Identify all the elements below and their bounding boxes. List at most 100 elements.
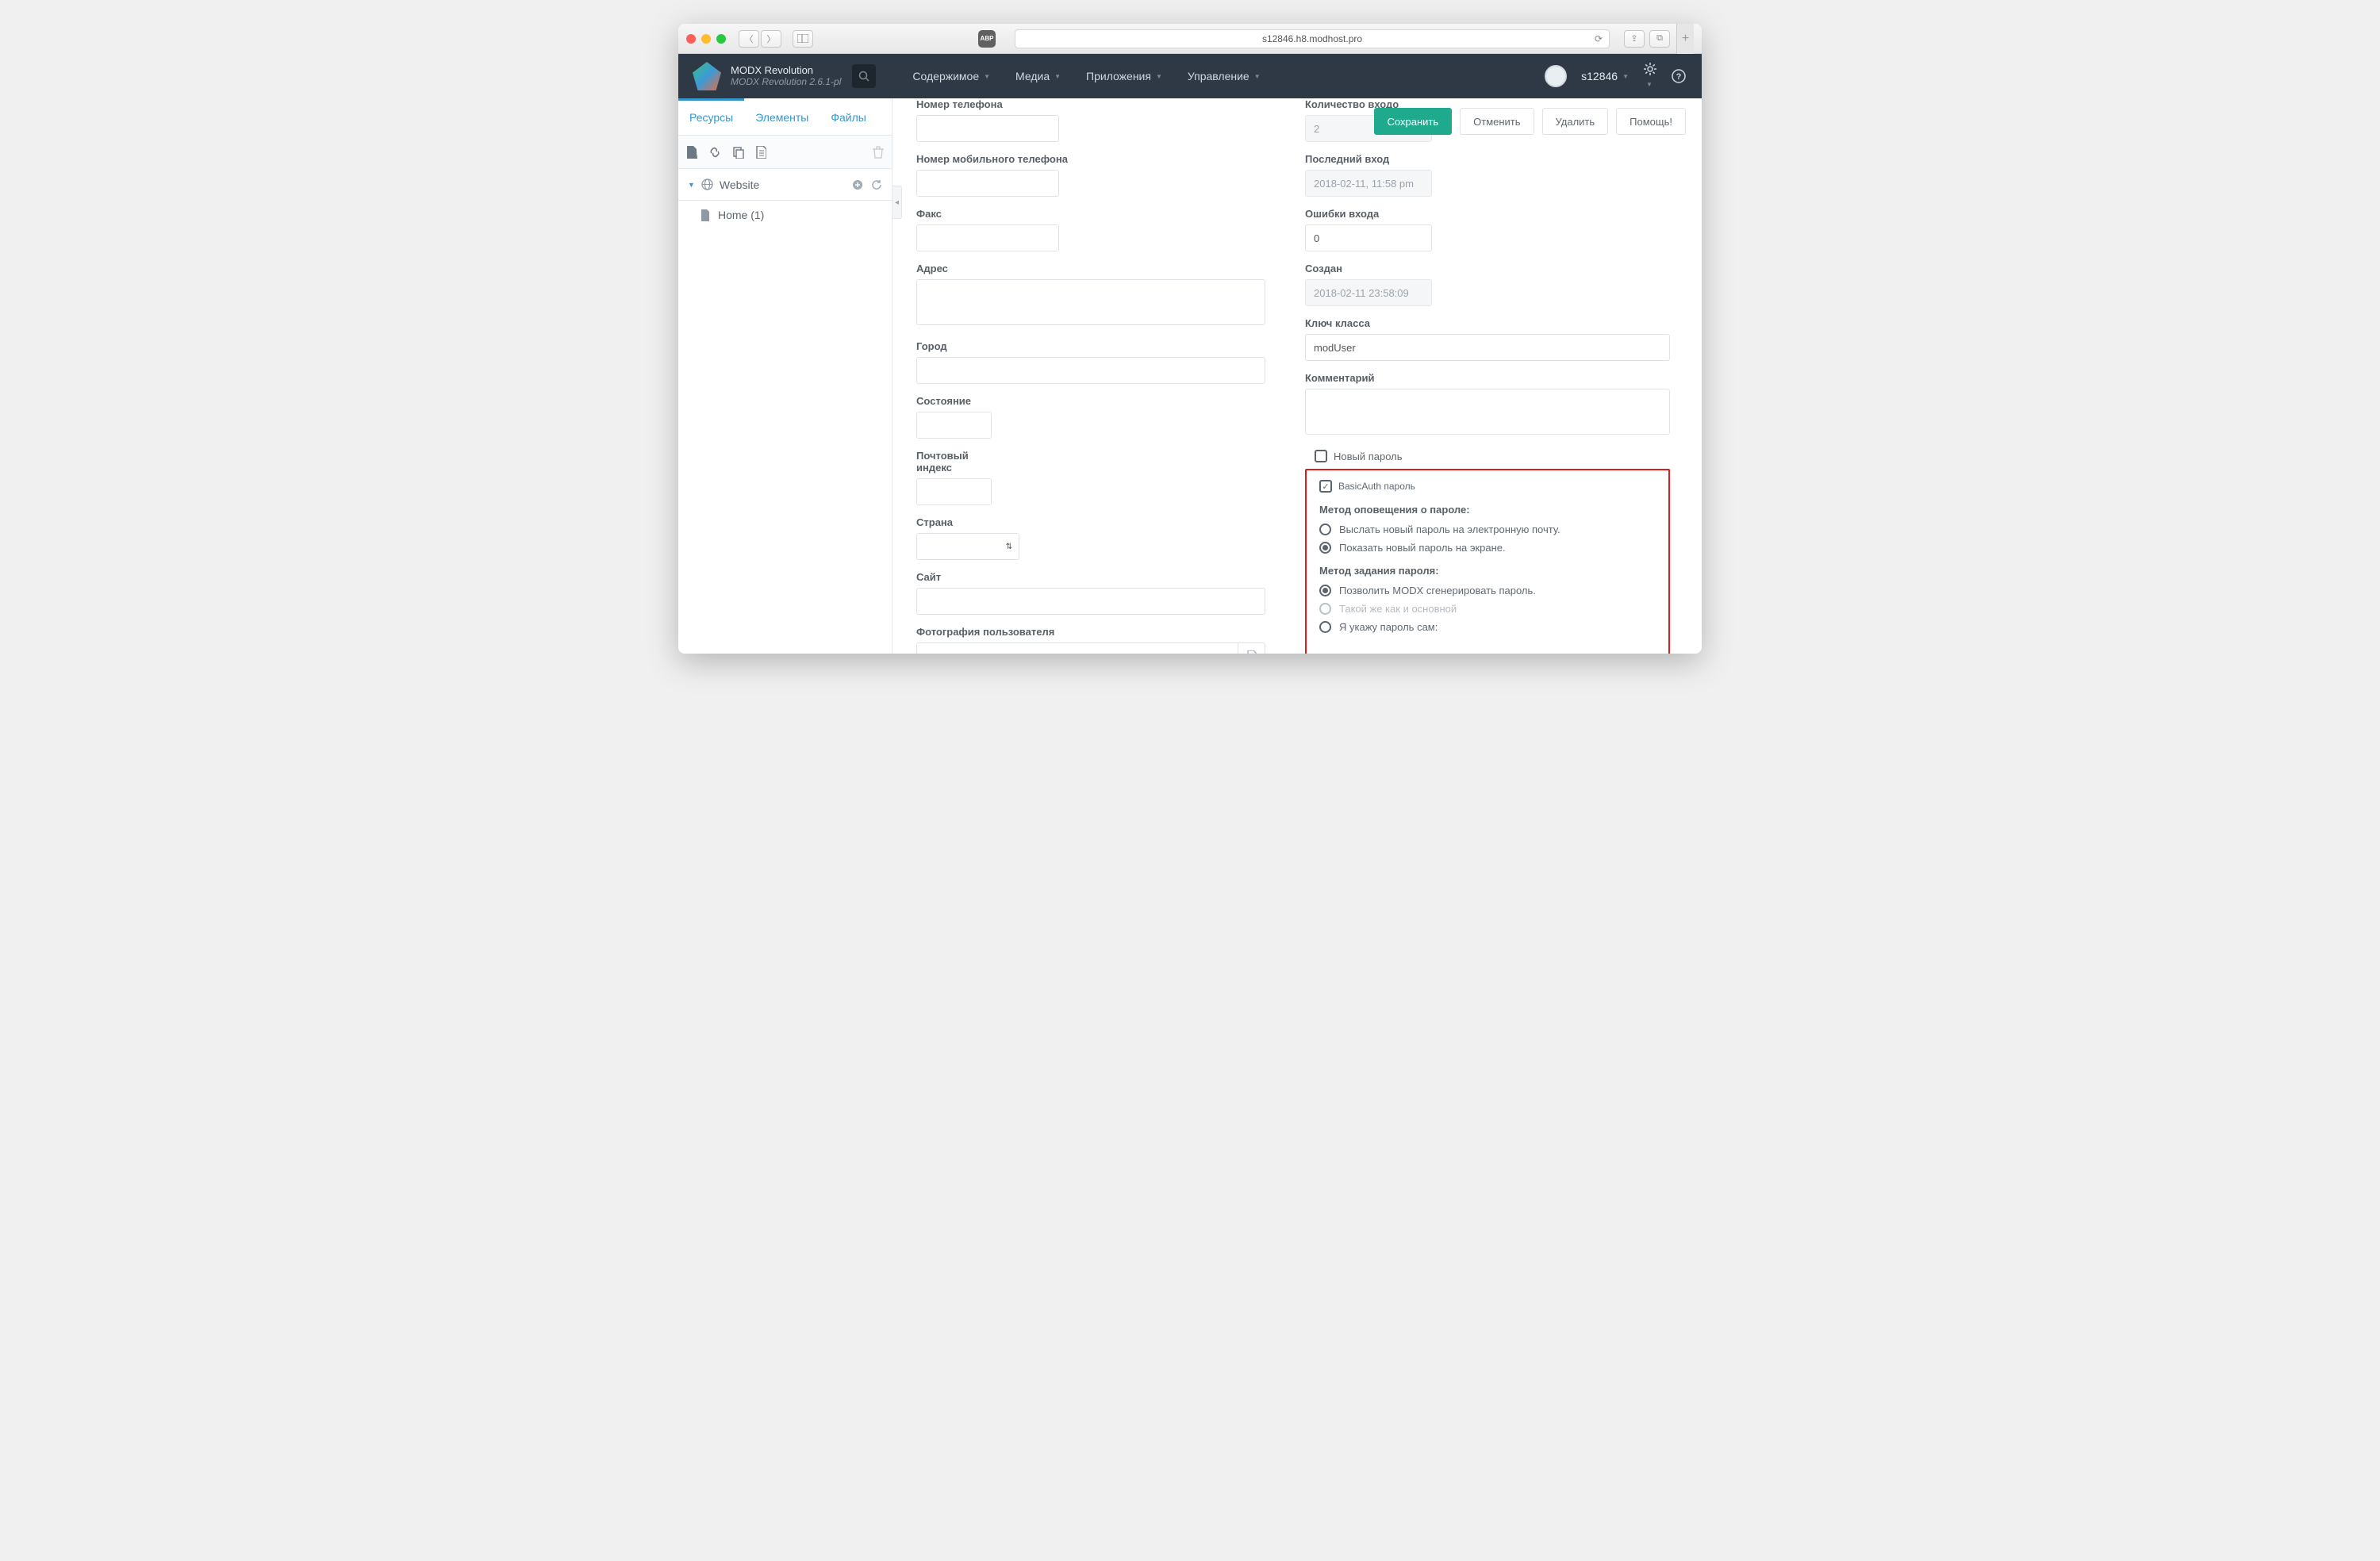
- tree-root[interactable]: ▼ Website: [678, 169, 892, 201]
- settings-button[interactable]: ▼: [1643, 62, 1657, 90]
- window-controls: [686, 34, 726, 44]
- right-column: Количество входо Последний вход Ошибки в…: [1305, 98, 1670, 654]
- menu-content[interactable]: Содержимое ▼: [900, 54, 1003, 98]
- menu-apps[interactable]: Приложения ▼: [1073, 54, 1175, 98]
- tab-files[interactable]: Файлы: [820, 98, 877, 135]
- zip-input[interactable]: [916, 478, 992, 505]
- tabview-icon[interactable]: ⧉: [1649, 30, 1670, 48]
- radio-notify-screen[interactable]: Показать новый пароль на экране.: [1319, 542, 1656, 554]
- label-photo: Фотография пользователя: [916, 626, 1265, 638]
- basicauth-panel: ✓ BasicAuth пароль Метод оповещения о па…: [1305, 469, 1670, 654]
- radio-set-generate[interactable]: Позволить MODX сгенерировать пароль.: [1319, 585, 1656, 596]
- mobile-input[interactable]: [916, 170, 1059, 197]
- app-title: MODX Revolution: [731, 65, 841, 77]
- main-menu: Содержимое ▼ Медиа▼ Приложения ▼ Управлени…: [900, 54, 1273, 98]
- link-icon[interactable]: [708, 146, 721, 159]
- new-tab-button[interactable]: +: [1676, 24, 1694, 54]
- menu-manage[interactable]: Управление▼: [1175, 54, 1273, 98]
- comment-input[interactable]: [1305, 389, 1670, 435]
- gear-icon: [1643, 62, 1657, 76]
- chevron-down-icon: ▼: [1156, 73, 1162, 80]
- menu-label: Приложения: [1086, 70, 1151, 82]
- caret-down-icon: ▼: [688, 181, 695, 189]
- basicauth-label: BasicAuth пароль: [1338, 481, 1415, 492]
- menu-media[interactable]: Медиа▼: [1003, 54, 1073, 98]
- basicauth-checkbox[interactable]: ✓ BasicAuth пароль: [1319, 480, 1656, 493]
- trash-icon[interactable]: [873, 146, 884, 159]
- add-icon[interactable]: [852, 179, 863, 190]
- radio-label: Такой же как и основной: [1339, 603, 1457, 615]
- label-fax: Факс: [916, 208, 1265, 220]
- adblock-icon[interactable]: ABP: [978, 30, 996, 48]
- close-window[interactable]: [686, 34, 696, 44]
- newpass-label: Новый пароль: [1334, 451, 1403, 462]
- phone-input[interactable]: [916, 115, 1059, 142]
- forward-button[interactable]: 〉: [761, 30, 781, 48]
- help-button-page[interactable]: Помощь!: [1616, 108, 1686, 135]
- modx-logo[interactable]: [693, 62, 721, 90]
- website-input[interactable]: [916, 588, 1265, 615]
- share-icon[interactable]: ⇪: [1624, 30, 1645, 48]
- user-menu[interactable]: s12846▼: [1581, 70, 1629, 82]
- checkbox-checked-icon: ✓: [1319, 480, 1332, 493]
- checkbox-icon: [1315, 450, 1327, 462]
- browser-window: 〈 〉 ABP s12846.h8.modhost.pro ⟳ ⇪ ⧉ + MO…: [678, 24, 1702, 654]
- address-input[interactable]: [916, 279, 1265, 325]
- cancel-button[interactable]: Отменить: [1460, 108, 1534, 135]
- content-area: Сохранить Отменить Удалить Помощь! Номер…: [892, 98, 1702, 654]
- left-column: Номер телефона Номер мобильного телефона…: [916, 98, 1265, 654]
- copy-icon[interactable]: [732, 146, 745, 159]
- radio-set-manual[interactable]: Я укажу пароль сам:: [1319, 621, 1656, 633]
- search-button[interactable]: [852, 64, 876, 88]
- help-icon: ?: [1672, 69, 1686, 83]
- fax-input[interactable]: [916, 224, 1059, 251]
- sidebar-collapse[interactable]: ◂: [892, 186, 902, 219]
- file-browse-button[interactable]: [1238, 643, 1265, 654]
- fails-input[interactable]: [1305, 224, 1432, 251]
- main-area: Ресурсы Элементы Файлы + ▼ Website: [678, 98, 1702, 654]
- new-doc-icon[interactable]: +: [686, 146, 697, 159]
- globe-icon: [701, 178, 713, 190]
- classkey-input[interactable]: [1305, 334, 1670, 361]
- label-fails: Ошибки входа: [1305, 208, 1432, 220]
- tab-resources[interactable]: Ресурсы: [678, 98, 744, 135]
- radio-label: Выслать новый пароль на электронную почт…: [1339, 524, 1560, 535]
- tree-root-label: Website: [720, 178, 759, 191]
- menu-label: Содержимое: [912, 70, 979, 82]
- notify-header: Метод оповещения о пароле:: [1319, 504, 1656, 516]
- username-label: s12846: [1581, 70, 1618, 82]
- toolbar-icons: ⇪ ⧉: [1624, 30, 1670, 48]
- maximize-window[interactable]: [716, 34, 726, 44]
- reload-icon[interactable]: ⟳: [1595, 33, 1603, 44]
- tree-item-home[interactable]: Home (1): [678, 201, 892, 229]
- minimize-window[interactable]: [701, 34, 711, 44]
- tab-elements[interactable]: Элементы: [744, 98, 820, 135]
- action-buttons: Сохранить Отменить Удалить Помощь!: [1374, 108, 1686, 135]
- url-bar[interactable]: s12846.h8.modhost.pro ⟳: [1015, 29, 1610, 48]
- delete-button[interactable]: Удалить: [1542, 108, 1609, 135]
- save-button[interactable]: Сохранить: [1374, 108, 1453, 135]
- svg-text:?: ?: [1676, 72, 1682, 82]
- updown-icon: ⇅: [1006, 543, 1012, 551]
- radio-selected-icon: [1319, 585, 1331, 596]
- url-text: s12846.h8.modhost.pro: [1262, 33, 1362, 44]
- page-icon[interactable]: [756, 146, 766, 159]
- state-input[interactable]: [916, 412, 992, 439]
- tabs-button[interactable]: [793, 30, 813, 48]
- chevron-down-icon: ▼: [1254, 73, 1261, 80]
- sidebar-toolbar: +: [678, 136, 892, 169]
- sidebar-tabs: Ресурсы Элементы Файлы: [678, 98, 892, 136]
- radio-notify-email[interactable]: Выслать новый пароль на электронную почт…: [1319, 524, 1656, 535]
- chevron-down-icon: ▼: [984, 73, 990, 80]
- back-button[interactable]: 〈: [739, 30, 759, 48]
- label-classkey: Ключ класса: [1305, 317, 1670, 329]
- label-comment: Комментарий: [1305, 372, 1670, 384]
- help-button[interactable]: ?: [1672, 69, 1686, 83]
- avatar[interactable]: [1545, 65, 1567, 87]
- newpass-checkbox[interactable]: Новый пароль: [1315, 450, 1670, 462]
- city-input[interactable]: [916, 357, 1265, 384]
- refresh-icon[interactable]: [871, 179, 882, 190]
- photo-input[interactable]: [916, 642, 1265, 654]
- radio-icon: [1319, 621, 1331, 633]
- country-select[interactable]: ⇅: [916, 533, 1019, 560]
